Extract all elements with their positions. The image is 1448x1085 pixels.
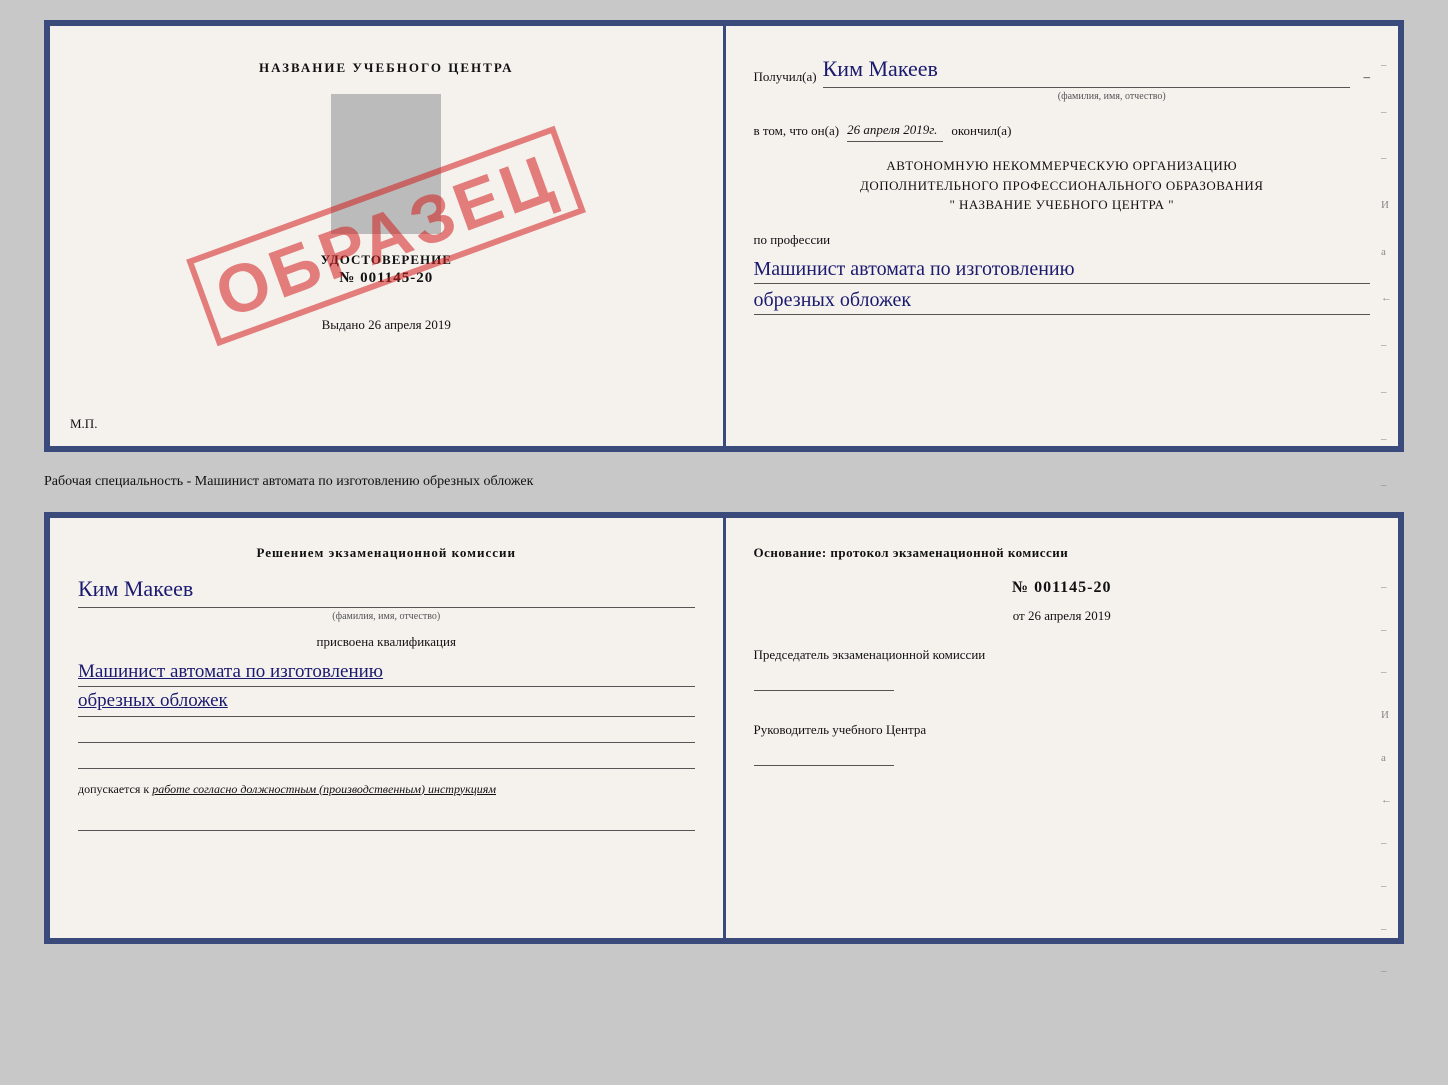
top-center-title: НАЗВАНИЕ УЧЕБНОГО ЦЕНТРА [259, 60, 514, 76]
org-line3: " НАЗВАНИЕ УЧЕБНОГО ЦЕНТРА " [754, 195, 1371, 215]
bottom-profession-line2: обрезных обложек [78, 687, 695, 717]
top-document: НАЗВАНИЕ УЧЕБНОГО ЦЕНТРА УДОСТОВЕРЕНИЕ №… [44, 20, 1404, 452]
separator-label: Рабочая специальность - Машинист автомат… [44, 470, 1404, 494]
poluchil-label: Получил(а) [754, 66, 817, 88]
rukovoditel-block: Руководитель учебного Центра [754, 720, 1371, 771]
bottom-doc-right: Основание: протокол экзаменационной коми… [726, 518, 1399, 938]
prisvoena-label: присвоена квалификация [78, 631, 695, 653]
komissia-heading-wrapper: Решением экзаменационной комиссии [78, 542, 695, 564]
ot-date-value: 26 апреля 2019 [1028, 608, 1111, 623]
bottom-fio-sub: (фамилия, имя, отчество) [78, 608, 695, 625]
photo-placeholder [331, 94, 441, 234]
dopuskaetsya-italic: работе согласно должностным (производств… [152, 782, 496, 796]
v-tom-label: в том, что он(а) [754, 120, 840, 142]
bottom-doc-left: Решением экзаменационной комиссии Ким Ма… [50, 518, 726, 938]
fio-sub-top: (фамилия, имя, отчество) [854, 88, 1371, 105]
ot-date: от 26 апреля 2019 [754, 605, 1371, 627]
empty-line-2 [78, 749, 695, 769]
mp-label: М.П. [70, 416, 97, 432]
fio-sub-label: (фамилия, имя, отчество) [854, 88, 1371, 105]
poluchil-value: Ким Макеев [823, 50, 1350, 88]
dopuskaetsya-label: допускается к [78, 782, 149, 796]
right-margin-marks: – – – И а ← – – – – [1381, 56, 1392, 495]
doc-number: № 001145-20 [339, 270, 433, 287]
okoncil-label: окончил(а) [951, 120, 1011, 142]
po-professii: по профессии [754, 229, 1371, 251]
org-line1: АВТОНОМНУЮ НЕКОММЕРЧЕСКУЮ ОРГАНИЗАЦИЮ [754, 156, 1371, 176]
komissia-heading: Решением экзаменационной комиссии [78, 542, 695, 564]
empty-line-1 [78, 723, 695, 743]
org-line2: ДОПОЛНИТЕЛЬНОГО ПРОФЕССИОНАЛЬНОГО ОБРАЗО… [754, 176, 1371, 196]
bottom-document: Решением экзаменационной комиссии Ким Ма… [44, 512, 1404, 944]
udostoverenie-label: УДОСТОВЕРЕНИЕ [321, 252, 452, 268]
vydano-label: Выдано 26 апреля 2019 [322, 317, 451, 333]
poluchil-dash: – [1364, 66, 1371, 88]
bottom-profession-line1: Машинист автомата по изготовлению [78, 658, 695, 688]
bottom-fio-value: Ким Макеев [78, 570, 695, 608]
date-okoncil-row: в том, что он(а) 26 апреля 2019г. окончи… [754, 119, 1371, 142]
poluchil-row: Получил(а) Ким Макеев – [754, 50, 1371, 88]
empty-line-3 [78, 811, 695, 831]
osnovanie-heading: Основание: протокол экзаменационной коми… [754, 542, 1371, 564]
profession-line1: Машинист автомата по изготовлению [754, 255, 1371, 284]
dopuskaetsya-block: допускается к работе согласно должностны… [78, 779, 695, 799]
predsedatel-sig-line [754, 671, 894, 691]
ot-prefix: от [1013, 608, 1025, 623]
org-block: АВТОНОМНУЮ НЕКОММЕРЧЕСКУЮ ОРГАНИЗАЦИЮ ДО… [754, 156, 1371, 215]
date-value: 26 апреля 2019г. [847, 119, 943, 142]
predsedatel-block: Председатель экзаменационной комиссии [754, 645, 1371, 696]
top-doc-left: НАЗВАНИЕ УЧЕБНОГО ЦЕНТРА УДОСТОВЕРЕНИЕ №… [50, 26, 726, 446]
profession-line2: обрезных обложек [754, 286, 1371, 315]
predsedatel-label: Председатель экзаменационной комиссии [754, 645, 1371, 665]
rukovoditel-label: Руководитель учебного Центра [754, 720, 1371, 740]
protocol-number: № 001145-20 [754, 574, 1371, 601]
bottom-right-margin-marks: – – – И а ← – – – – [1381, 578, 1392, 981]
top-right-content: Получил(а) Ким Макеев – (фамилия, имя, о… [754, 50, 1371, 315]
rukovoditel-sig-line [754, 746, 894, 766]
top-doc-right: Получил(а) Ким Макеев – (фамилия, имя, о… [726, 26, 1399, 446]
